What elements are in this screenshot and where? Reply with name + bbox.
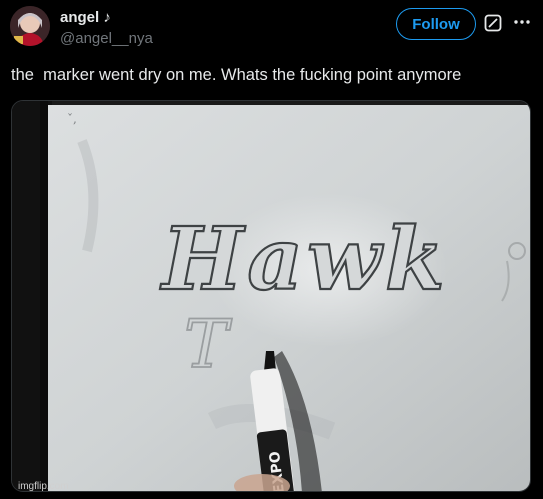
watermark: imgflip.com: [18, 481, 69, 492]
user-handle[interactable]: @angel__nya: [60, 30, 153, 47]
post-text: the marker went dry on me. Whats the fuc…: [11, 66, 462, 84]
display-name[interactable]: angel ♪: [60, 9, 111, 26]
post-header: angel ♪ @angel__nya Follow: [0, 0, 543, 60]
follow-button[interactable]: Follow: [396, 8, 476, 40]
grok-icon[interactable]: [484, 14, 502, 32]
board-letter: T: [184, 306, 233, 383]
post-image[interactable]: ˇ, Hawk T EXPO imgflip.com: [11, 100, 531, 492]
svg-text:ˇ,: ˇ,: [67, 112, 77, 126]
board-word: Hawk: [159, 209, 449, 310]
avatar[interactable]: [10, 6, 50, 46]
more-icon[interactable]: [512, 12, 532, 32]
